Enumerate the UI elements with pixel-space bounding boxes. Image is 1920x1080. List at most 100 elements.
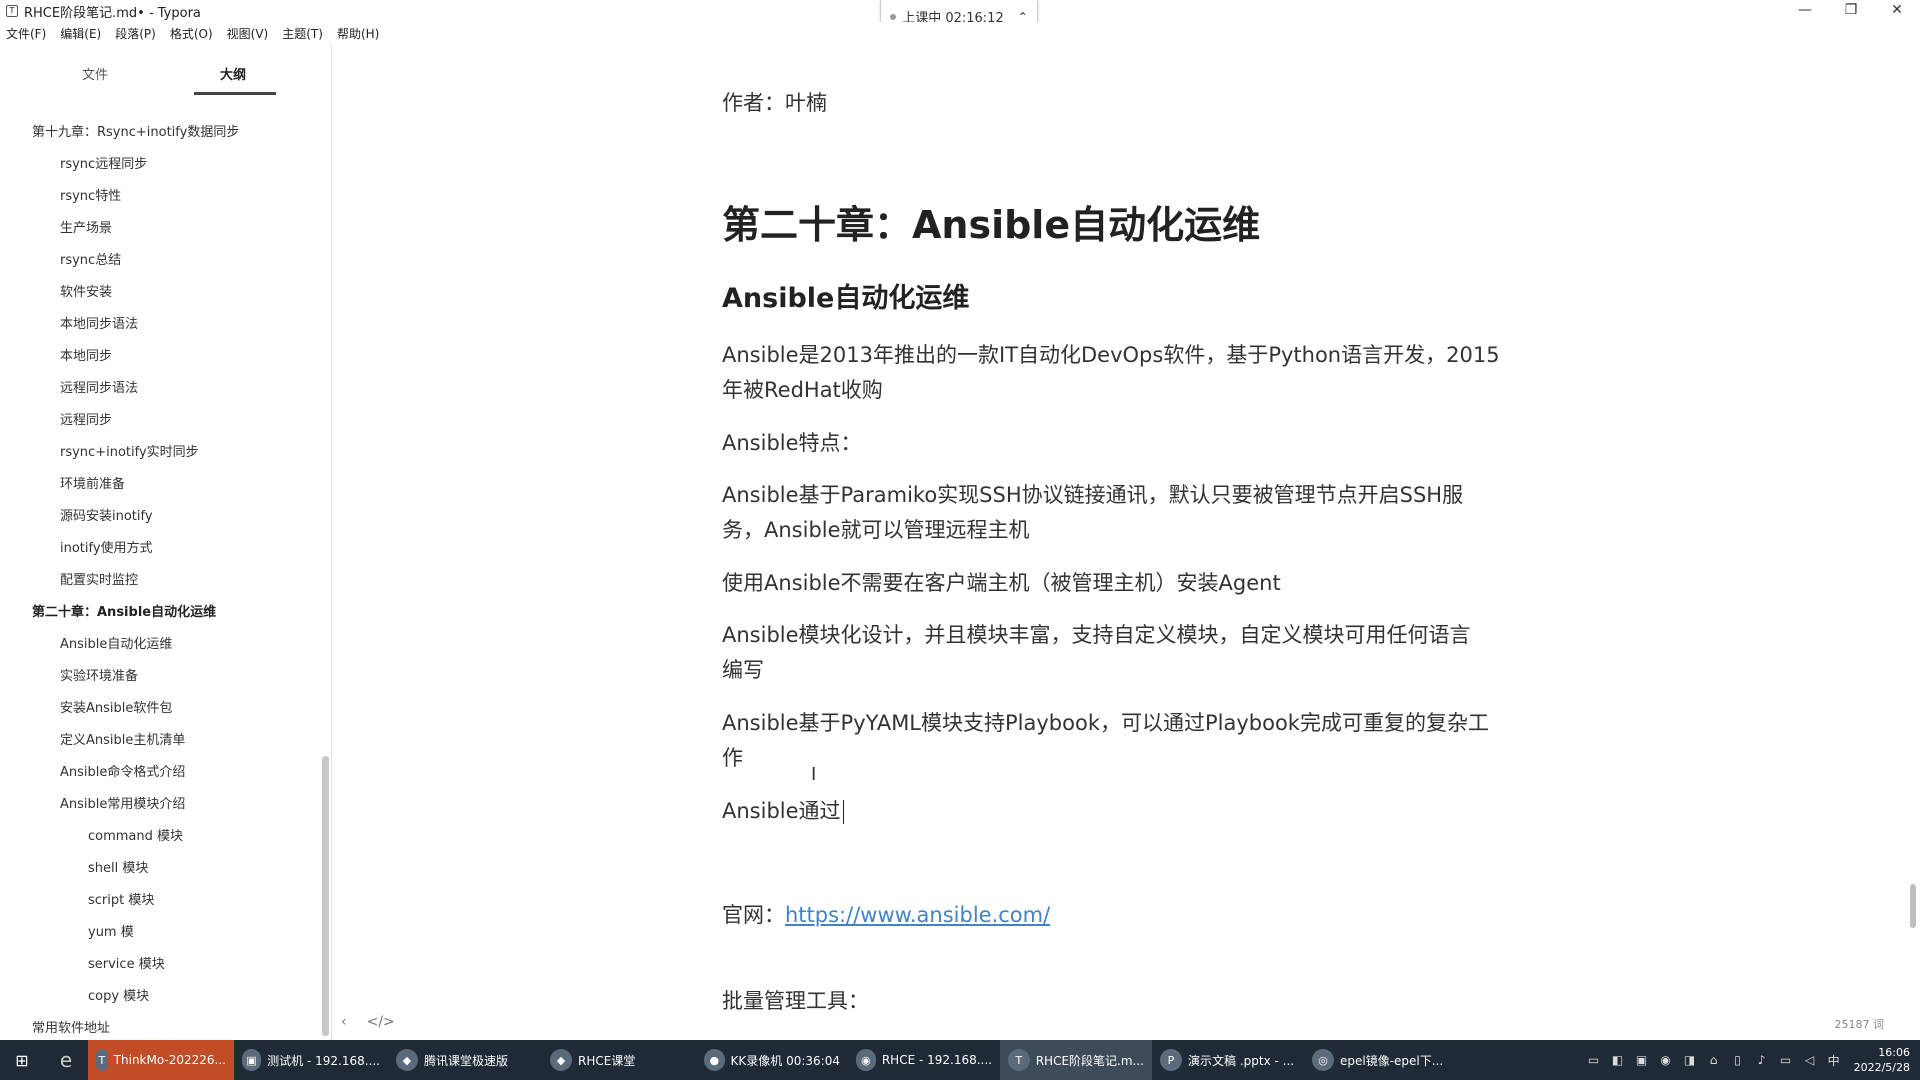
- taskbar-item[interactable]: P 演示文稿 .pptx - ...: [1152, 1040, 1304, 1080]
- menu-format[interactable]: 格式(O): [170, 25, 213, 42]
- outline-item[interactable]: 生产场景: [60, 217, 112, 236]
- outline-item[interactable]: service 模块: [88, 953, 165, 972]
- taskbar-item-label: RHCE课堂: [578, 1053, 636, 1068]
- taskbar: ⊞ e T ThinkMo-202226... ▣ 测试机 - 192.168....…: [0, 1040, 1920, 1080]
- outline-item[interactable]: Ansible自动化运维: [60, 633, 172, 652]
- paragraph-intro-line1: Ansible是2013年推出的一款IT自动化DevOps软件，基于Python…: [722, 343, 1500, 367]
- ansible-site-link[interactable]: https://www.ansible.com/: [785, 903, 1050, 927]
- windows-start-icon[interactable]: ⊞: [0, 1040, 44, 1080]
- outline-item[interactable]: 远程同步: [60, 409, 112, 428]
- outline-item[interactable]: Ansible常用模块介绍: [60, 793, 185, 812]
- outline-item[interactable]: script 模块: [88, 889, 154, 908]
- menu-paragraph[interactable]: 段落(P): [115, 25, 156, 42]
- outline-item[interactable]: 安装Ansible软件包: [60, 697, 172, 716]
- battery-icon[interactable]: ▯: [1728, 1053, 1748, 1067]
- tab-files[interactable]: 文件: [82, 64, 108, 83]
- taskbar-item-label: RHCE - 192.168....: [881, 1053, 992, 1067]
- paragraph-playbook-line2: 作: [722, 746, 743, 770]
- outline-item[interactable]: 本地同步: [60, 345, 112, 364]
- edge-browser-icon[interactable]: e: [44, 1040, 88, 1080]
- outline-item[interactable]: 源码安装inotify: [60, 505, 153, 524]
- tray-app-icon[interactable]: ▣: [1632, 1053, 1652, 1067]
- editor-status-bar: ‹ </>: [341, 1014, 395, 1030]
- editor-scrollbar[interactable]: [1910, 884, 1916, 928]
- taskbar-item-label: 演示文稿 .pptx - ...: [1188, 1053, 1295, 1068]
- outline-item[interactable]: command 模块: [88, 825, 183, 844]
- taskbar-item[interactable]: ◎ epel镜像-epel下...: [1304, 1040, 1456, 1080]
- menu-edit[interactable]: 编辑(E): [60, 25, 101, 42]
- app-icon: ▣: [242, 1049, 262, 1071]
- taskbar-item-label: 腾讯课堂极速版: [424, 1053, 509, 1068]
- taskbar-item[interactable]: ◆ 腾讯课堂极速版: [388, 1040, 542, 1080]
- network-icon[interactable]: ⌂: [1704, 1053, 1724, 1067]
- volume-icon[interactable]: ◁: [1800, 1053, 1820, 1067]
- paragraph-editing[interactable]: Ansible通过: [722, 794, 844, 829]
- taskbar-item[interactable]: ● KK录像机 00:36:04: [696, 1040, 848, 1080]
- tray-app-icon[interactable]: ◨: [1680, 1053, 1700, 1067]
- outline-item[interactable]: 第十九章：Rsync+inotify数据同步: [32, 121, 239, 140]
- outline-item[interactable]: 定义Ansible主机清单: [60, 729, 185, 748]
- outline-item[interactable]: Ansible命令格式介绍: [60, 761, 185, 780]
- site-label: 官网：: [722, 903, 785, 927]
- outline-item[interactable]: 常用软件地址: [32, 1017, 110, 1036]
- outline-item[interactable]: 本地同步语法: [60, 313, 138, 332]
- outline-item[interactable]: yum 模: [88, 921, 134, 940]
- source-code-mode-icon[interactable]: </>: [367, 1014, 395, 1030]
- outline-item[interactable]: copy 模块: [88, 985, 149, 1004]
- outline-item[interactable]: 实验环境准备: [60, 665, 138, 684]
- window-controls: — ❐ ✕: [1782, 0, 1920, 22]
- app-icon: ◆: [396, 1049, 418, 1071]
- tray-app-icon[interactable]: ◉: [1656, 1053, 1676, 1067]
- batch-tools-title: 批量管理工具：: [722, 989, 869, 1013]
- taskbar-item[interactable]: ◉ RHCE - 192.168....: [848, 1040, 1000, 1080]
- outline-item[interactable]: rsync远程同步: [60, 153, 147, 172]
- menu-file[interactable]: 文件(F): [6, 25, 46, 42]
- editor-area[interactable]: 作者：叶楠 第二十章：Ansible自动化运维 Ansible自动化运维 Ans…: [333, 44, 1920, 1040]
- close-button[interactable]: ✕: [1874, 0, 1920, 22]
- app-icon: ◎: [1312, 1049, 1334, 1071]
- taskbar-item[interactable]: T RHCE阶段笔记.m...: [1000, 1040, 1152, 1080]
- outline-item[interactable]: 环境前准备: [60, 473, 125, 492]
- minimize-button[interactable]: —: [1782, 0, 1828, 22]
- taskbar-item[interactable]: ▣ 测试机 - 192.168....: [234, 1040, 388, 1080]
- tray-app-icon[interactable]: ◧: [1608, 1053, 1628, 1067]
- paragraph-playbook-line1: Ansible基于PyYAML模块支持Playbook，可以通过Playbook…: [722, 711, 1489, 735]
- taskbar-item[interactable]: ◆ RHCE课堂: [542, 1040, 696, 1080]
- word-count[interactable]: 25187 词: [1835, 1016, 1885, 1032]
- paragraph-paramiko-line2: 务，Ansible就可以管理远程主机: [722, 518, 1030, 542]
- outline-item[interactable]: rsync总结: [60, 249, 121, 268]
- restore-button[interactable]: ❐: [1828, 0, 1874, 22]
- menu-help[interactable]: 帮助(H): [337, 25, 379, 42]
- outline-item[interactable]: inotify使用方式: [60, 537, 153, 556]
- microphone-icon[interactable]: ♪: [1752, 1053, 1772, 1067]
- active-tab-indicator: [194, 92, 276, 95]
- clock[interactable]: 16:06 2022/5/28: [1854, 1045, 1910, 1075]
- tab-outline[interactable]: 大纲: [220, 64, 246, 83]
- official-site-line: 官网：https://www.ansible.com/: [722, 898, 1050, 933]
- app-icon: T: [1008, 1049, 1030, 1071]
- ime-indicator[interactable]: 中: [1824, 1052, 1844, 1069]
- menu-view[interactable]: 视图(V): [227, 25, 269, 42]
- toggle-sidebar-icon[interactable]: ‹: [341, 1014, 347, 1030]
- paragraph-paramiko-line1: Ansible基于Paramiko实现SSH协议链接通讯，默认只要被管理节点开启…: [722, 483, 1464, 507]
- author-line: 作者：叶楠: [722, 91, 827, 115]
- display-icon[interactable]: ▭: [1776, 1053, 1796, 1067]
- paragraph-agentless: 使用Ansible不需要在客户端主机（被管理主机）安装Agent: [722, 571, 1281, 595]
- outline-item[interactable]: 远程同步语法: [60, 377, 138, 396]
- outline-item[interactable]: 软件安装: [60, 281, 112, 300]
- notification-icon[interactable]: ▭: [1584, 1053, 1604, 1067]
- sidebar-scrollbar[interactable]: [322, 756, 329, 1036]
- app-icon: ◆: [550, 1049, 572, 1071]
- outline-item[interactable]: shell 模块: [88, 857, 148, 876]
- taskbar-item[interactable]: T ThinkMo-202226...: [88, 1040, 234, 1080]
- outline-item[interactable]: rsync特性: [60, 185, 121, 204]
- outline-item[interactable]: 第二十章：Ansible自动化运维: [32, 601, 216, 620]
- features-title: Ansible特点：: [722, 431, 862, 455]
- taskbar-item-label: epel镜像-epel下...: [1340, 1053, 1444, 1068]
- menu-theme[interactable]: 主题(T): [282, 25, 323, 42]
- recording-dot-icon: [890, 13, 897, 20]
- chapter-heading: 第二十章：Ansible自动化运维: [722, 203, 1261, 247]
- app-icon: ●: [704, 1049, 725, 1071]
- outline-item[interactable]: rsync+inotify实时同步: [60, 441, 199, 460]
- outline-item[interactable]: 配置实时监控: [60, 569, 138, 588]
